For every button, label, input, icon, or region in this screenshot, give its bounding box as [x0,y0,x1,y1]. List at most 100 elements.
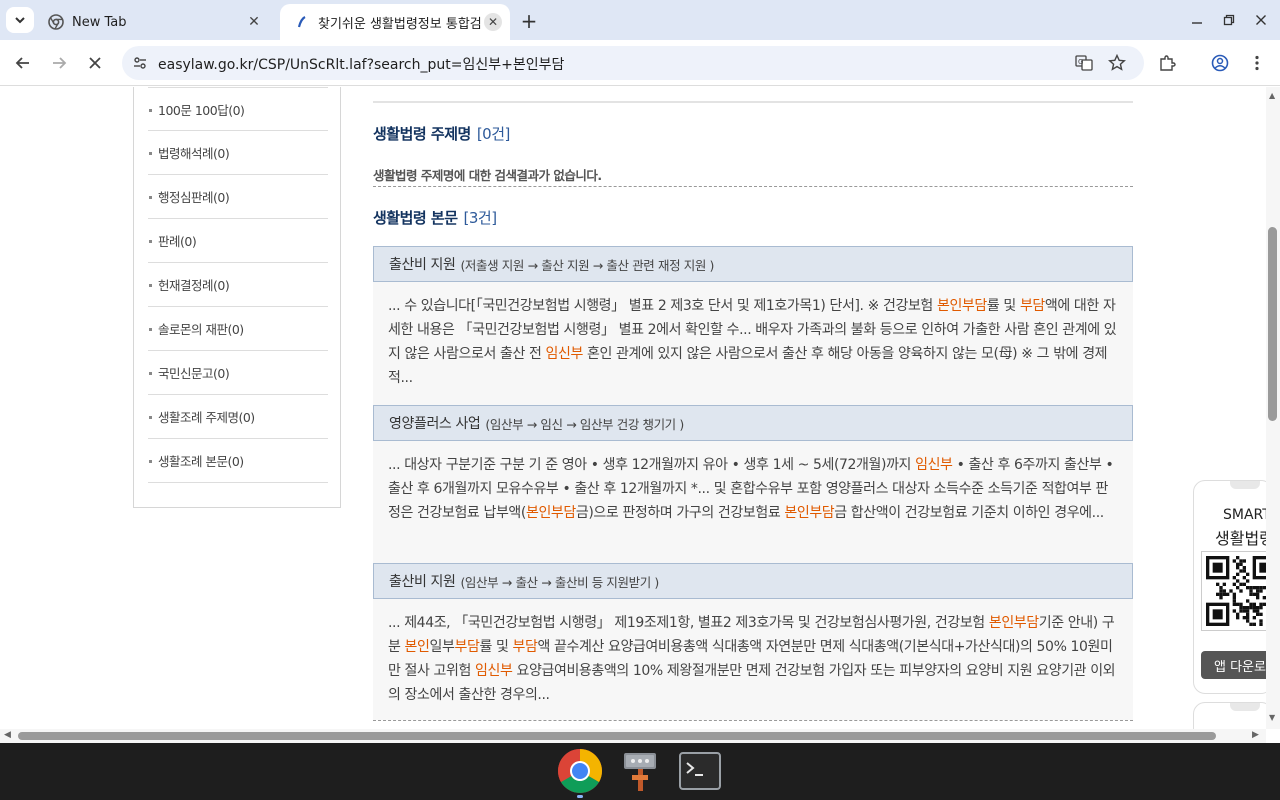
chevron-down-icon [15,17,25,24]
profile-button[interactable] [1205,48,1235,78]
account-icon [1211,54,1229,72]
scroll-up-icon[interactable]: ▲ [1269,91,1275,100]
menu-button[interactable] [1242,48,1272,78]
scroll-left-icon[interactable]: ◀ [4,730,11,740]
sidebar-item-admin-trial[interactable]: 행정심판례(0) [148,175,328,219]
scroll-down-icon[interactable]: ▼ [1269,713,1275,722]
smart-label: SMART [1223,507,1268,523]
keyword-highlight: 부담 [454,639,480,655]
minimize-icon[interactable] [1182,8,1212,32]
snippet-text: 금 합산액이 건강보험료 기준치 이하인 경우에... [834,505,1104,521]
sidebar-item-solomon[interactable]: 솔로몬의 재판(0) [148,307,328,351]
keyword-highlight: 임신부 [545,346,584,362]
snippet-text: 금)으로 판정하며 가구의 건강보험료 [575,505,785,521]
scrollbar-thumb[interactable] [1268,227,1277,421]
keyword-highlight: 본인부담 [525,505,576,521]
extensions-button[interactable] [1152,48,1182,78]
keyword-highlight: 임신부 [915,457,953,473]
close-icon [89,57,101,69]
sidebar-item-constitutional[interactable]: 헌재결정례(0) [148,263,328,307]
terminal-app-icon[interactable] [676,747,724,795]
forward-button[interactable] [44,48,74,78]
keyword-highlight: 본인부담 [988,615,1039,631]
app-name: 생활법령 [1215,529,1268,548]
result-title-link[interactable]: 출산비 지원 (저출생 지원 → 출산 지원 → 출산 관련 재정 지원 ) [373,246,1133,282]
result-path: (임산부 → 임신 → 임산부 건강 챙기기 ) [485,416,684,432]
topic-no-result: 생활법령 주제명에 대한 검색결과가 없습니다. [373,168,602,183]
chrome-icon [48,14,64,30]
tools-app-icon[interactable] [616,747,664,795]
category-list: 100문 100답(0) 법령해석례(0) 행정심판례(0) 판례(0) 헌재결… [148,87,328,483]
horizontal-scrollbar[interactable]: ◀ ▶ [0,729,1266,743]
translate-icon[interactable]: G [1072,51,1096,75]
url-text: easylaw.go.kr/CSP/UnScRlt.laf?search_put… [158,57,565,73]
arrow-left-icon [15,57,29,69]
browser-toolbar: easylaw.go.kr/CSP/UnScRlt.laf?search_put… [0,40,1280,86]
snippet-text: ... 제44조, 「국민건강보험법 시행령」 제19조제1항, 별표2 제3호… [388,615,989,631]
panel-handle[interactable] [1230,703,1260,711]
close-window-icon[interactable] [1246,8,1276,32]
result-path: (저출생 지원 → 출산 지원 → 출산 관련 재정 지원 ) [460,257,714,273]
sidebar-item-ordinance-body[interactable]: 생활조례 본문(0) [148,439,328,483]
divider [373,720,1133,721]
result-snippet: ... 대상자 구분기준 구분 기 준 영아 • 생후 12개월까지 유아 • … [373,441,1133,563]
snippet-text: ... 수 있습니다[「국민건강보험법 시행령」 별표 2 제3호 단서 및 제… [388,298,937,314]
snippet-text: 일부 [429,639,455,655]
tab-search-button[interactable] [6,7,34,33]
search-category-sidebar: 100문 100답(0) 법령해석례(0) 행정심판례(0) 판례(0) 헌재결… [133,87,341,508]
tab-easylaw[interactable]: 찾기쉬운 생활법령정보 통합검 ✕ [280,4,510,40]
tab-new-tab[interactable]: New Tab ✕ [38,4,272,40]
tab-title: 찾기쉬운 생활법령정보 통합검 [318,16,482,32]
sidebar-item-epeople[interactable]: 국민신문고(0) [148,351,328,395]
back-button[interactable] [8,48,38,78]
topic-section-title: 생활법령 주제명 [0건] [373,125,511,143]
snippet-text: 률 및 [986,298,1020,314]
floating-panel [1193,702,1268,729]
more-vert-icon [1255,55,1259,71]
keyword-highlight: 임신부 [475,663,513,679]
keyword-highlight: 부담 [512,639,538,655]
vertical-scrollbar[interactable]: ▲ ▼ [1266,87,1280,729]
close-tab-icon[interactable]: ✕ [244,12,264,32]
sidebar-item-precedent[interactable]: 판례(0) [148,219,328,263]
app-download-button[interactable]: 앱 다운로드 [1201,651,1268,679]
snippet-text: ... 대상자 구분기준 구분 기 준 영아 • 생후 12개월까지 유아 • … [388,457,916,473]
keyword-highlight: 본인부담 [784,505,835,521]
sidebar-item-100qa[interactable]: 100문 100답(0) [148,87,328,131]
tab-title: New Tab [72,14,127,30]
site-info-icon[interactable] [128,51,152,75]
result-title-link[interactable]: 영양플러스 사업 (임산부 → 임신 → 임산부 건강 챙기기 ) [373,405,1133,441]
result-snippet: ... 제44조, 「국민건강보험법 시행령」 제19조제1항, 별표2 제3호… [373,599,1133,720]
result-path: (임산부 → 출산 → 출산비 등 지원받기 ) [460,574,659,590]
body-section-title: 생활법령 본문 [3건] [373,209,498,227]
site-favicon-icon [294,14,310,30]
close-tab-icon[interactable]: ✕ [484,13,502,31]
divider [373,186,1133,187]
scroll-right-icon[interactable]: ▶ [1252,730,1259,740]
puzzle-icon [1160,55,1176,71]
sidebar-item-ordinance-topic[interactable]: 생활조례 주제명(0) [148,395,328,439]
keyword-highlight: 부담 [1019,298,1045,314]
restore-icon[interactable] [1214,8,1244,32]
bookmark-star-icon[interactable] [1105,51,1129,75]
stop-loading-button[interactable] [80,48,110,78]
divider [373,101,1133,103]
qr-code-icon [1201,551,1268,631]
keyword-highlight: 본인부담 [936,298,987,314]
svg-text:G: G [1078,58,1083,66]
page-viewport: 100문 100답(0) 법령해석례(0) 행정심판례(0) 판례(0) 헌재결… [0,87,1268,729]
chrome-app-icon[interactable] [556,747,604,795]
new-tab-button[interactable]: + [518,9,540,33]
result-title-link[interactable]: 출산비 지원 (임산부 → 출산 → 출산비 등 지원받기 ) [373,563,1133,599]
topic-count: [0건] [476,125,511,143]
sidebar-item-law-interpretation[interactable]: 법령해석례(0) [148,131,328,175]
snippet-text: 률 및 [479,639,513,655]
panel-handle[interactable] [1230,481,1260,489]
body-count: [3건] [463,209,498,227]
arrow-right-icon [53,57,67,69]
taskbar [0,743,1280,800]
result-snippet: ... 수 있습니다[「국민건강보험법 시행령」 별표 2 제3호 단서 및 제… [373,282,1133,405]
scrollbar-thumb[interactable] [18,732,1216,740]
address-bar[interactable]: easylaw.go.kr/CSP/UnScRlt.laf?search_put… [122,46,1144,80]
active-indicator [577,795,583,798]
